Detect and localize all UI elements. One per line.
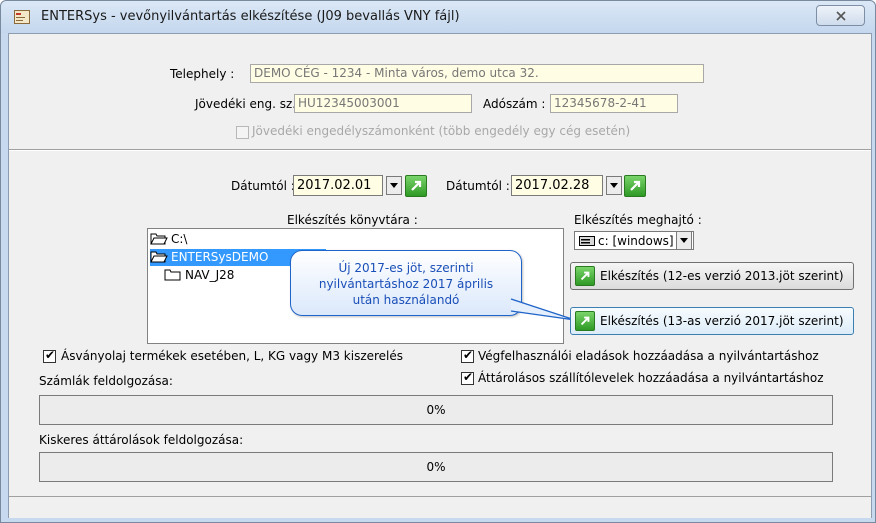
create-v12-label: Elkészítés (12-es verzió 2013.jöt szerin… (600, 269, 844, 283)
drive-icon (579, 236, 595, 246)
tooltip-line: nyilvántartáshoz 2017 április (318, 277, 494, 291)
close-icon (835, 10, 846, 21)
create-v12-button[interactable]: Elkészítés (12-es verzió 2013.jöt szerin… (570, 262, 854, 290)
vegfelhasznaloi-checkbox[interactable]: ✔ (461, 348, 474, 363)
title-bar[interactable]: ENTERSys - vevőnyilvántartás elkészítése… (1, 1, 875, 33)
create-v13-button[interactable]: Elkészítés (13-as verzió 2017.jöt szerin… (570, 307, 854, 335)
asvanyolaj-label: Ásványolaj termékek esetében, L, KG vagy… (61, 349, 404, 363)
date-from-label: Dátumtól : (231, 179, 295, 193)
per-license-label: Jövedéki engedélyszámonként (több engedé… (252, 124, 631, 138)
checkmark-icon: ✔ (45, 348, 56, 362)
invoices-progress-bar: 0% (39, 395, 833, 425)
section-divider (9, 149, 871, 151)
directory-item-label: C:\ (171, 232, 188, 246)
telephely-label: Telephely : (170, 67, 235, 81)
retail-progress-bar: 0% (39, 452, 833, 482)
tooltip-pointer (510, 298, 576, 321)
adoszam-label: Adószám : (483, 97, 546, 111)
close-button[interactable] (816, 5, 865, 26)
drive-label: Elkészítés meghajtó : (574, 213, 702, 227)
refresh-arrow-icon (575, 266, 595, 286)
app-icon (14, 10, 30, 24)
date-from-refresh-button[interactable] (405, 175, 427, 197)
drive-select-value: c: [windows] (598, 234, 674, 248)
date-to-label: Dátumtól : (446, 179, 510, 193)
create-v13-label: Elkészítés (13-as verzió 2017.jöt szerin… (600, 314, 844, 328)
retail-progress-value: 0% (426, 460, 446, 474)
refresh-arrow-icon (411, 180, 422, 191)
main-window: ENTERSys - vevőnyilvántartás elkészítése… (0, 0, 876, 523)
telephely-field[interactable]: DEMO CÉG - 1234 - Minta város, demo utca… (250, 64, 704, 83)
folder-icon (164, 269, 181, 281)
vegfelhasznaloi-label: Végfelhasználói eladások hozzáadása a ny… (478, 349, 819, 363)
open-folder-icon (150, 251, 168, 263)
refresh-arrow-icon (575, 311, 595, 331)
drive-select[interactable]: c: [windows] (574, 231, 694, 250)
dialog-client-area: Telephely : DEMO CÉG - 1234 - Minta váro… (8, 33, 872, 518)
per-license-checkbox[interactable] (236, 126, 249, 139)
open-folder-icon (150, 233, 168, 245)
invoices-progress-value: 0% (426, 403, 446, 417)
tooltip-line: után használandó (352, 293, 460, 307)
retail-progress-label: Kiskeres áttárolások feldolgozása: (39, 433, 244, 447)
invoices-progress-label: Számlák feldolgozása: (39, 374, 173, 388)
info-tooltip: Új 2017-es jöt, szerinti nyilvántartásho… (290, 250, 522, 316)
adoszam-field[interactable]: 12345678-2-41 (550, 94, 678, 113)
checkmark-icon: ✔ (463, 370, 474, 384)
checkmark-icon: ✔ (463, 348, 474, 362)
attarolasos-label: Áttárolásos szállítólevelek hozzáadása a… (478, 371, 824, 385)
directory-label: Elkészítés könyvtára : (287, 213, 418, 227)
jovedeki-field[interactable]: HU12345003001 (294, 94, 472, 113)
date-from-field[interactable]: 2017.02.01 (293, 175, 383, 196)
attarolasos-checkbox[interactable]: ✔ (461, 370, 474, 385)
directory-item-label: ENTERSysDEMO (171, 250, 269, 264)
drive-dropdown[interactable] (676, 231, 692, 250)
directory-item[interactable]: NAV_J28 (164, 267, 240, 284)
status-bar (9, 496, 871, 518)
jovedeki-label: Jövedéki eng. sz. : (195, 97, 304, 111)
tooltip-line: Új 2017-es jöt, szerinti (338, 261, 474, 275)
date-to-refresh-button[interactable] (624, 175, 646, 197)
chevron-down-icon (390, 183, 398, 188)
chevron-down-icon (680, 238, 688, 243)
asvanyolaj-checkbox[interactable]: ✔ (43, 348, 56, 363)
date-to-field[interactable]: 2017.02.28 (511, 175, 603, 196)
directory-item-label: NAV_J28 (185, 268, 235, 282)
date-to-dropdown[interactable] (606, 176, 622, 195)
refresh-arrow-icon (630, 180, 641, 191)
date-from-dropdown[interactable] (386, 176, 402, 195)
directory-item[interactable]: C:\ (150, 231, 193, 248)
chevron-down-icon (610, 183, 618, 188)
window-title: ENTERSys - vevőnyilvántartás elkészítése… (41, 9, 460, 24)
